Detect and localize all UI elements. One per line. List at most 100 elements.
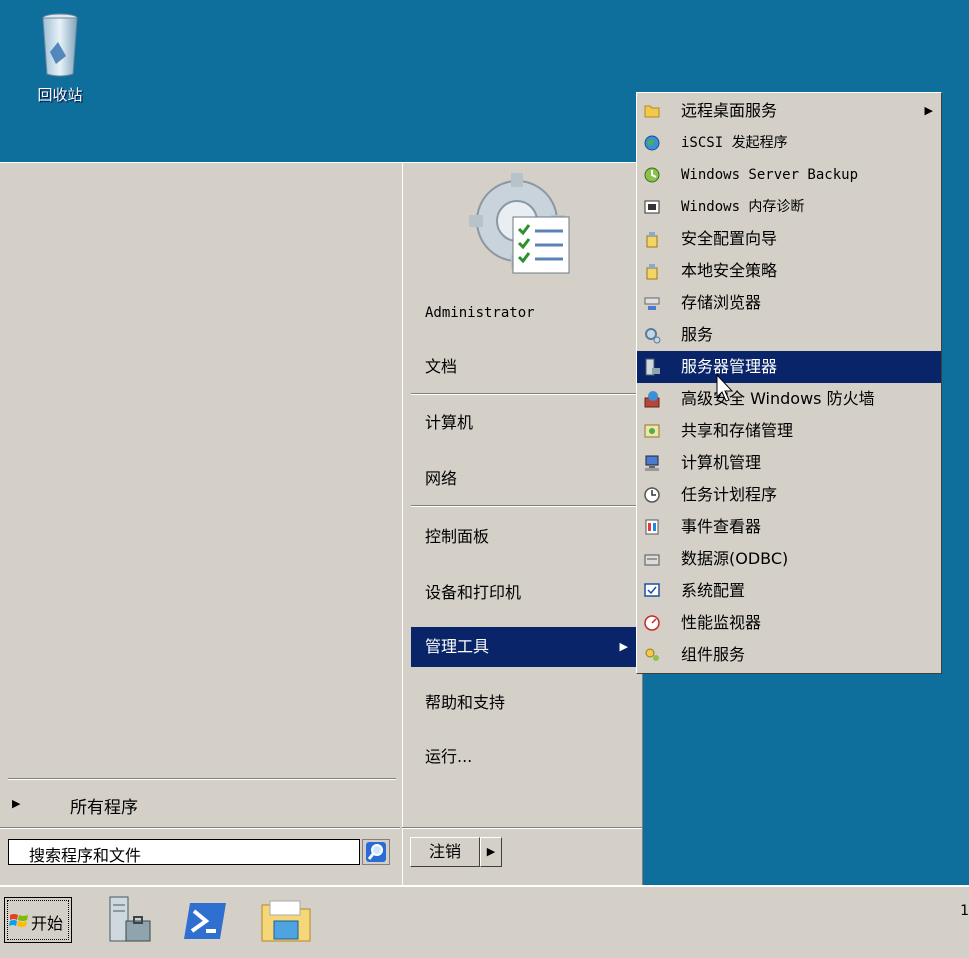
documents-link[interactable]: 文档 [411, 347, 636, 387]
submenu-item-computer-management[interactable]: 计算机管理 [637, 447, 941, 479]
security-policy-icon [646, 264, 658, 280]
run-label: 运行... [425, 747, 473, 766]
start-menu-programs-pane: ▶ 所有程序 搜索程序和文件 [0, 163, 402, 885]
submenu-item-storage-explorer[interactable]: 存储浏览器 [637, 287, 941, 319]
mouse-cursor-icon [716, 374, 734, 402]
submenu-item-local-security-policy[interactable]: 本地安全策略 [637, 255, 941, 287]
administrative-tools-submenu: 远程桌面服务 ▶ iSCSI 发起程序 Windows Server Backu… [636, 92, 942, 674]
shutdown-options-button[interactable]: ▶ [480, 837, 502, 867]
submenu-item-label: 性能监视器 [681, 613, 762, 632]
event-viewer-icon [645, 519, 659, 535]
memory-chip-icon [644, 200, 660, 214]
recycle-bin-label: 回收站 [37, 86, 83, 104]
start-menu-places-pane: Administrator 文档 计算机 网络 控制面板 设备和打印机 管理工具… [402, 163, 643, 885]
help-and-support-label: 帮助和支持 [425, 693, 506, 712]
taskbar: 开始 1 [0, 885, 969, 958]
taskbar-file-explorer[interactable] [260, 895, 312, 945]
triangle-right-icon: ▶ [486, 845, 496, 858]
user-folder-label: Administrator [425, 305, 535, 321]
devices-and-printers-link[interactable]: 设备和打印机 [411, 573, 636, 613]
submenu-item-performance-monitor[interactable]: 性能监视器 [637, 607, 941, 639]
network-label: 网络 [425, 469, 458, 488]
share-icon [644, 424, 660, 438]
submenu-item-label: iSCSI 发起程序 [681, 135, 788, 151]
start-label: 开始 [31, 914, 64, 933]
submenu-item-label: 计算机管理 [681, 453, 762, 472]
submenu-item-label: Windows 内存诊断 [681, 199, 805, 215]
submenu-item-label: 高级安全 Windows 防火墙 [681, 389, 875, 408]
search-icon [366, 842, 386, 862]
submenu-item-label: 事件查看器 [681, 517, 762, 536]
submenu-item-label: 数据源(ODBC) [681, 549, 789, 568]
submenu-item-component-services[interactable]: 组件服务 [637, 639, 941, 671]
all-programs-button[interactable]: ▶ 所有程序 [0, 785, 400, 825]
system-config-icon [644, 583, 660, 597]
submenu-item-odbc-data-sources[interactable]: 数据源(ODBC) [637, 543, 941, 575]
all-programs-label: 所有程序 [70, 798, 138, 818]
documents-label: 文档 [425, 357, 458, 376]
submenu-item-security-configuration-wizard[interactable]: 安全配置向导 [637, 223, 941, 255]
clock-icon [644, 487, 660, 503]
submenu-item-iscsi-initiator[interactable]: iSCSI 发起程序 [637, 127, 941, 159]
computer-management-icon [645, 455, 659, 471]
taskbar-server-manager[interactable] [104, 895, 156, 945]
control-panel-label: 控制面板 [425, 527, 490, 546]
submenu-arrow-icon: ▶ [619, 640, 628, 653]
taskbar-powershell[interactable] [180, 895, 232, 945]
submenu-item-label: 服务 [681, 325, 714, 344]
submenu-item-label: Windows Server Backup [681, 167, 859, 183]
devices-and-printers-label: 设备和打印机 [425, 583, 522, 602]
search-input[interactable]: 搜索程序和文件 [8, 839, 360, 865]
network-link[interactable]: 网络 [411, 459, 636, 499]
submenu-item-share-and-storage-management[interactable]: 共享和存储管理 [637, 415, 941, 447]
server-icon [645, 358, 660, 376]
security-wizard-icon [646, 232, 658, 248]
submenu-item-label: 本地安全策略 [681, 261, 778, 280]
server-manager-icon [109, 896, 151, 942]
submenu-item-server-manager[interactable]: 服务器管理器 [637, 351, 941, 383]
submenu-item-task-scheduler[interactable]: 任务计划程序 [637, 479, 941, 511]
submenu-item-label: 存储浏览器 [681, 293, 762, 312]
submenu-item-services[interactable]: 服务 [637, 319, 941, 351]
computer-label: 计算机 [425, 413, 474, 432]
user-folder-administrator[interactable]: Administrator [411, 293, 636, 333]
submenu-arrow-icon: ▶ [924, 104, 933, 117]
gears-icon [645, 328, 661, 344]
start-button[interactable]: 开始 [4, 897, 72, 943]
submenu-item-event-viewer[interactable]: 事件查看器 [637, 511, 941, 543]
help-and-support-link[interactable]: 帮助和支持 [411, 683, 636, 723]
submenu-item-label: 安全配置向导 [681, 229, 778, 248]
start-menu: ▶ 所有程序 搜索程序和文件 Administrator 文档 计算机 网络 控… [0, 162, 643, 885]
performance-icon [644, 615, 660, 631]
submenu-item-windows-firewall[interactable]: 高级安全 Windows 防火墙 [637, 383, 941, 415]
recycle-bin-icon [42, 13, 78, 77]
folder-icon [644, 105, 660, 118]
search-button[interactable] [362, 839, 390, 865]
submenu-item-label: 共享和存储管理 [681, 421, 794, 440]
globe-icon [644, 135, 660, 151]
backup-icon [644, 167, 660, 183]
powershell-icon [184, 903, 226, 939]
component-icon [645, 648, 659, 661]
windows-logo-icon [9, 914, 28, 927]
recycle-bin-shortcut[interactable]: 回收站 [28, 12, 92, 105]
firewall-icon [644, 391, 660, 408]
triangle-right-icon: ▶ [12, 797, 21, 810]
control-panel-link[interactable]: 控制面板 [411, 517, 636, 557]
administrative-tools-link[interactable]: 管理工具 ▶ [411, 627, 636, 667]
submenu-item-label: 组件服务 [681, 645, 746, 664]
submenu-item-windows-memory-diagnostic[interactable]: Windows 内存诊断 [637, 191, 941, 223]
administrative-tools-label: 管理工具 [425, 637, 490, 656]
file-explorer-icon [261, 900, 311, 942]
computer-link[interactable]: 计算机 [411, 403, 636, 443]
storage-icon [644, 297, 660, 310]
submenu-item-label: 系统配置 [681, 581, 746, 600]
log-off-button[interactable]: 注销 [410, 837, 480, 867]
submenu-item-remote-desktop-services[interactable]: 远程桌面服务 ▶ [637, 95, 941, 127]
run-link[interactable]: 运行... [411, 737, 636, 777]
submenu-item-windows-server-backup[interactable]: Windows Server Backup [637, 159, 941, 191]
log-off-label: 注销 [428, 842, 461, 861]
administrative-tools-picture [469, 173, 570, 274]
submenu-item-system-configuration[interactable]: 系统配置 [637, 575, 941, 607]
database-icon [644, 554, 660, 566]
